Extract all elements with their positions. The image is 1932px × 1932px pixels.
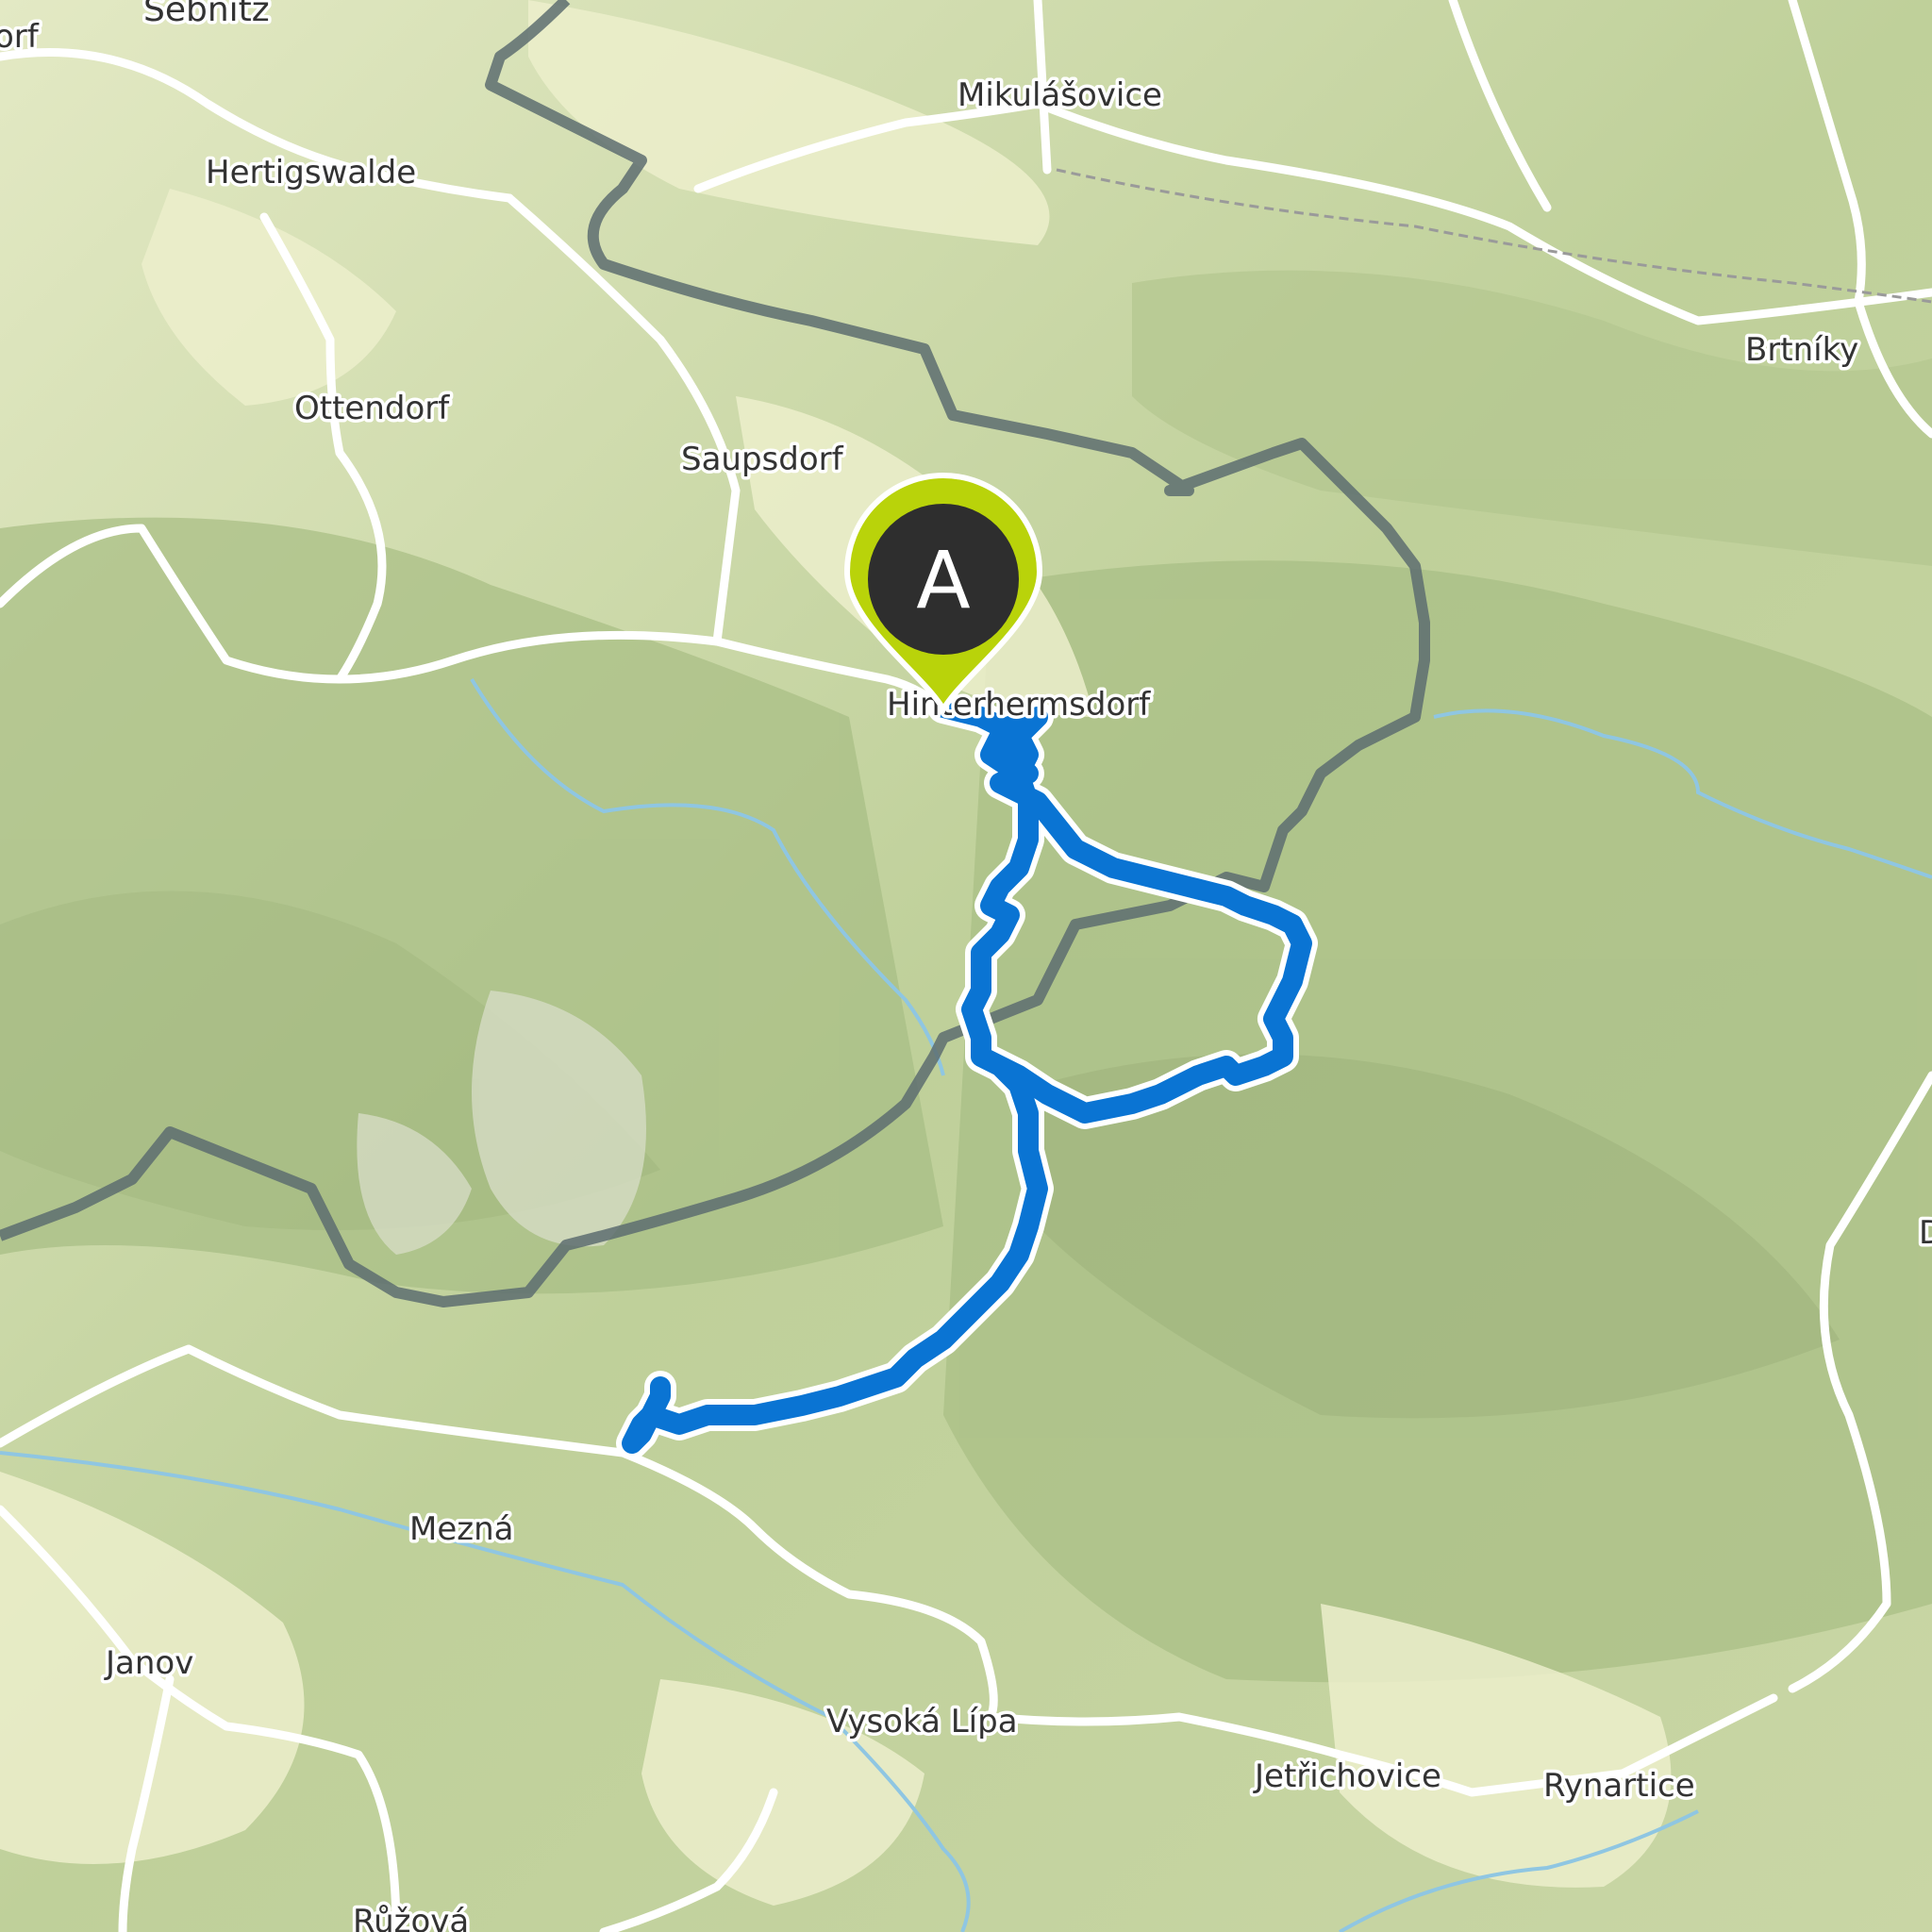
place-label-sebnitz: Sebnitz: [143, 0, 270, 29]
place-label-janov: Janov: [104, 1644, 193, 1682]
place-label-edge-d: D: [1919, 1214, 1932, 1252]
route-map[interactable]: Sebnitz orf Mikulášovice Hertigswalde Br…: [0, 0, 1932, 1932]
place-label-mezna: Mezná: [409, 1510, 513, 1548]
place-label-hertigswalde: Hertigswalde: [206, 154, 416, 192]
place-label-jetrichovice: Jetřichovice: [1253, 1757, 1441, 1795]
place-label-rynartice: Rynartice: [1543, 1767, 1695, 1805]
place-label-saupsdorf: Saupsdorf: [681, 441, 844, 478]
marker-label: A: [916, 534, 970, 626]
place-label-ruzova: Růžová: [353, 1903, 469, 1932]
place-label-mikulasovice: Mikulášovice: [958, 76, 1162, 114]
place-label-vysoka-lipa: Vysoká Lípa: [826, 1703, 1018, 1740]
place-label-orf: orf: [0, 18, 40, 56]
place-label-ottendorf: Ottendorf: [294, 390, 450, 427]
place-label-brtniky: Brtníky: [1745, 331, 1858, 369]
